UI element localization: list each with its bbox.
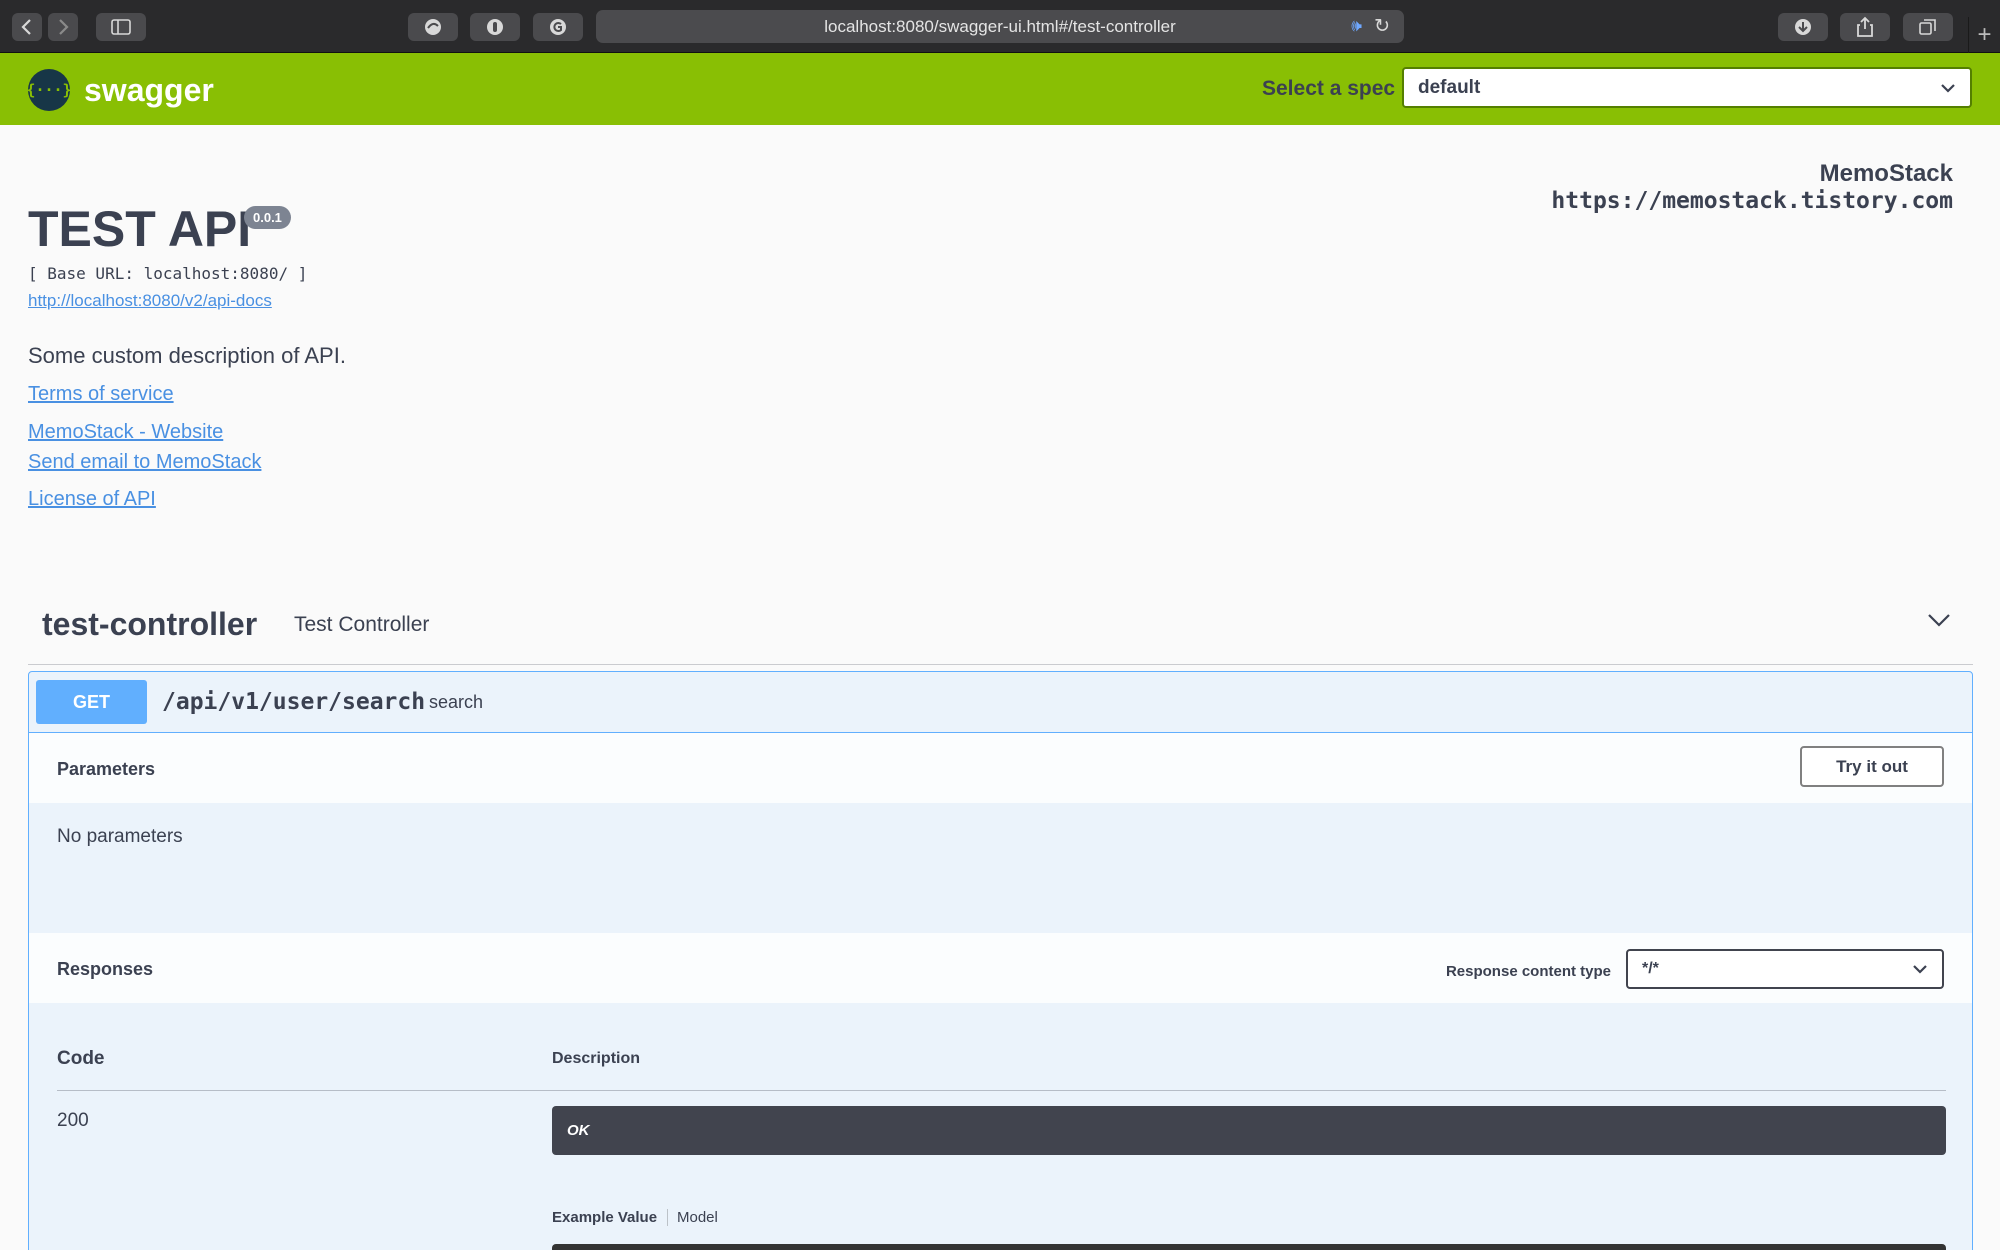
operation-block: GET /api/v1/user/search search Parameter… xyxy=(28,671,1973,1250)
swagger-logo[interactable]: {···} swagger xyxy=(26,69,214,111)
website-link[interactable]: MemoStack - Website xyxy=(28,421,223,444)
base-url: [ Base URL: localhost:8080/ ] xyxy=(28,264,308,283)
tab-model[interactable]: Model xyxy=(677,1209,718,1226)
share-icon[interactable] xyxy=(1840,13,1890,41)
example-code-block xyxy=(552,1244,1946,1250)
operation-path: /api/v1/user/search xyxy=(162,689,426,715)
email-link[interactable]: Send email to MemoStack xyxy=(28,451,261,474)
try-it-out-button[interactable]: Try it out xyxy=(1800,746,1944,787)
extension-grammarly-icon[interactable] xyxy=(533,13,583,41)
response-content-type-value: */* xyxy=(1642,960,1659,977)
api-docs-link[interactable]: http://localhost:8080/v2/api-docs xyxy=(28,291,272,311)
terms-of-service-link[interactable]: Terms of service xyxy=(28,383,174,406)
operation-summary-text: search xyxy=(429,692,484,712)
tag-name: test-controller xyxy=(42,606,258,642)
speaker-icon[interactable]: 🕪 xyxy=(1351,16,1362,36)
response-description: OK xyxy=(552,1106,1946,1155)
contact-name: MemoStack xyxy=(1819,160,1953,187)
http-method-badge: GET xyxy=(36,680,147,724)
address-bar[interactable]: localhost:8080/swagger-ui.html#/test-con… xyxy=(596,10,1404,43)
contact-url: https://memostack.tistory.com xyxy=(1551,188,1953,214)
parameters-header: Parameters Try it out xyxy=(29,733,1972,803)
api-title: TEST API xyxy=(28,201,252,257)
sidebar-toggle-icon[interactable] xyxy=(96,13,146,41)
responses-header: Responses Response content type */* xyxy=(29,933,1972,1003)
response-content-type-label: Response content type xyxy=(1445,963,1611,980)
spec-select-value: default xyxy=(1418,76,1481,98)
table-divider xyxy=(57,1090,1946,1091)
chevron-down-icon xyxy=(1941,83,1955,93)
tag-description: Test Controller xyxy=(294,613,430,636)
response-code: 200 xyxy=(57,1110,89,1131)
chevron-down-icon xyxy=(1913,965,1927,974)
tab-example-value[interactable]: Example Value xyxy=(552,1209,669,1226)
version-badge: 0.0.1 xyxy=(244,206,291,229)
column-header-description: Description xyxy=(552,1050,641,1067)
api-description: Some custom description of API. xyxy=(28,343,346,368)
new-tab-icon[interactable]: + xyxy=(1968,17,2000,53)
browser-toolbar: localhost:8080/swagger-ui.html#/test-con… xyxy=(0,0,2000,53)
response-description-text: OK xyxy=(567,1122,590,1139)
operation-summary[interactable]: GET /api/v1/user/search search xyxy=(29,672,1972,733)
chevron-down-icon[interactable] xyxy=(1927,608,1951,632)
tabs-overview-icon[interactable] xyxy=(1903,13,1953,41)
no-parameters-text: No parameters xyxy=(57,826,183,847)
url-text: localhost:8080/swagger-ui.html#/test-con… xyxy=(824,16,1176,36)
extension-bird-icon[interactable] xyxy=(408,13,458,41)
forward-icon[interactable] xyxy=(48,13,78,41)
spec-label: Select a spec xyxy=(1262,77,1396,100)
response-content-type-select[interactable]: */* xyxy=(1626,949,1944,989)
download-icon[interactable] xyxy=(1778,13,1828,41)
extension-shield-icon[interactable] xyxy=(470,13,520,41)
logo-text: swagger xyxy=(84,71,214,108)
back-icon[interactable] xyxy=(12,13,42,41)
swagger-logo-icon: {···} xyxy=(26,69,72,111)
column-header-code: Code xyxy=(57,1048,105,1069)
tag-header[interactable]: test-controller Test Controller xyxy=(28,600,1973,665)
license-link[interactable]: License of API xyxy=(28,488,156,511)
responses-title: Responses xyxy=(57,959,154,979)
parameters-title: Parameters xyxy=(57,759,156,779)
spec-select[interactable]: default xyxy=(1402,67,1972,108)
swagger-topbar: {···} swagger Select a spec default xyxy=(0,53,2000,125)
reload-icon[interactable]: ↻ xyxy=(1374,15,1390,38)
